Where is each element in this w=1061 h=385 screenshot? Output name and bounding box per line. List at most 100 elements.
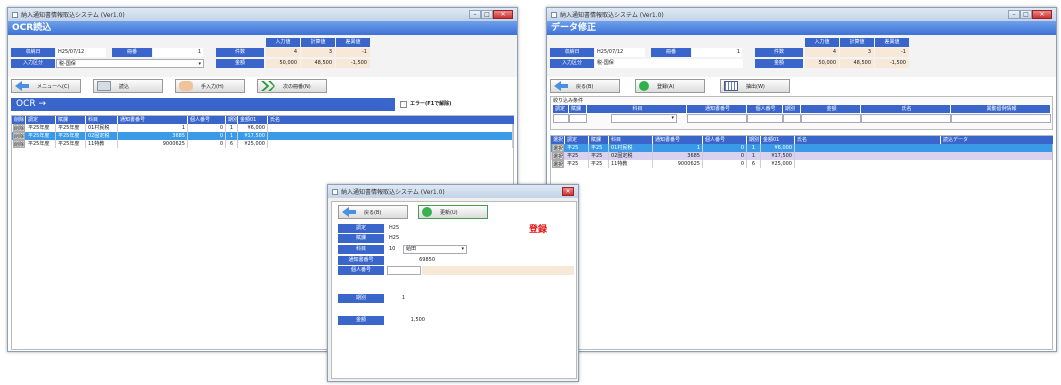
update-button[interactable]: 更新(U) bbox=[418, 205, 488, 219]
kamoku-select[interactable]: 給田 ▾ bbox=[403, 245, 467, 254]
cell-name bbox=[268, 140, 513, 148]
close-button[interactable]: ✕ bbox=[562, 187, 574, 196]
fuka-label: 賦課 bbox=[338, 234, 384, 243]
read-button[interactable]: 読込 bbox=[93, 79, 163, 93]
maximize-button[interactable]: □ bbox=[1020, 10, 1032, 19]
menu-button-label: メニューへ(C) bbox=[37, 83, 70, 90]
delete-button[interactable]: 削除 bbox=[13, 140, 25, 148]
chevron-down-icon: ▾ bbox=[461, 246, 464, 252]
ocr-window-titlebar[interactable]: 納入通知書情報取込システム (Ver1.0) – □ ✕ bbox=[8, 8, 517, 21]
error-checkbox[interactable] bbox=[400, 101, 407, 108]
chotei-value[interactable]: H25 bbox=[387, 224, 417, 233]
grid-header-name: 氏名 bbox=[795, 136, 941, 144]
data-edit-window: 納入通知書情報取込システム (Ver1.0) – □ ✕ データ修正 収納日 H… bbox=[546, 7, 1057, 352]
table-row[interactable]: 削除 平25年度 平25年度 01村民税 1 0 1 ¥6,000 bbox=[12, 124, 513, 132]
cell-kamoku: 02固定税 bbox=[86, 132, 118, 140]
back-button[interactable]: 戻る(B) bbox=[550, 79, 620, 93]
table-row-selected[interactable]: 選択 平25 平25 01村民税 1 0 1 ¥6,000 bbox=[551, 144, 1052, 152]
input-type-select[interactable]: 税-国保 ▾ bbox=[56, 59, 204, 68]
fuka-value[interactable]: H25 bbox=[387, 234, 417, 243]
count-label: 件数 bbox=[755, 48, 803, 57]
kamoku-code[interactable]: 10 bbox=[387, 245, 401, 254]
cell-kamoku: 01村民税 bbox=[609, 144, 653, 152]
filter-amount-input[interactable] bbox=[801, 114, 861, 123]
cell-kojin: 0 bbox=[188, 132, 226, 140]
input-type-label: 入力区分 bbox=[550, 59, 594, 68]
data-edit-titlebar[interactable]: 納入通知書情報取込システム (Ver1.0) – □ ✕ bbox=[547, 8, 1056, 21]
kamoku-label: 科目 bbox=[338, 245, 384, 254]
scanner-icon bbox=[97, 81, 111, 91]
count-calc: 3 bbox=[840, 48, 874, 57]
filter-fuka-input[interactable] bbox=[569, 114, 587, 123]
tsuchi-label: 通知書番号 bbox=[338, 256, 384, 265]
register-button[interactable]: 登録(A) bbox=[635, 79, 705, 93]
grid-header-amount: 金額01 bbox=[238, 116, 268, 124]
cell-kojin: 0 bbox=[703, 144, 747, 152]
window-title: 納入通知書情報取込システム (Ver1.0) bbox=[341, 189, 445, 196]
select-button[interactable]: 選択 bbox=[552, 160, 564, 168]
kibetsu-value[interactable]: 1 bbox=[387, 294, 407, 303]
cell-tsuchi: 9000625 bbox=[118, 140, 188, 148]
extract-button[interactable]: 抽出(W) bbox=[720, 79, 790, 93]
back-button[interactable]: 戻る(B) bbox=[338, 205, 408, 219]
register-button-label: 登録(A) bbox=[657, 83, 675, 90]
chotei-label: 調定 bbox=[338, 224, 384, 233]
maximize-button[interactable]: □ bbox=[481, 10, 493, 19]
col-calc: 計算値 bbox=[301, 38, 335, 47]
kojin-input[interactable] bbox=[387, 266, 421, 275]
cell-tsuchi: 1 bbox=[653, 144, 703, 152]
table-row-selected[interactable]: 削除 平25年度 平25年度 02固定税 3685 0 1 ¥17,500 bbox=[12, 132, 513, 140]
table-row[interactable]: 選択 平25 平25 02固定税 3685 0 1 ¥17,500 bbox=[551, 152, 1052, 160]
amount-diff: -1,500 bbox=[336, 59, 370, 68]
grid-header-kibetsu: 期別 bbox=[226, 116, 238, 124]
table-row[interactable]: 選択 平25 平25 11特教 9000625 0 6 ¥25,000 bbox=[551, 160, 1052, 168]
filter-kamoku-select[interactable]: ▾ bbox=[611, 114, 677, 123]
filter-chotei-input[interactable] bbox=[553, 114, 569, 123]
ocr-input-bar[interactable]: OCR → bbox=[11, 98, 395, 111]
back-button-label: 戻る(B) bbox=[576, 83, 594, 90]
grid-header-fuka: 賦課 bbox=[589, 136, 609, 144]
col-input: 入力値 bbox=[266, 38, 300, 47]
cell-name bbox=[268, 124, 513, 132]
delete-button[interactable]: 削除 bbox=[13, 124, 25, 132]
manual-button-label: 手入力(H) bbox=[201, 83, 224, 90]
minimize-button[interactable]: – bbox=[1008, 10, 1020, 19]
cell-fuka: 平25 bbox=[589, 152, 609, 160]
filter-header-kibetsu: 期別 bbox=[783, 105, 801, 113]
tsuchi-value[interactable]: 69850 bbox=[387, 256, 437, 265]
count-input: 4 bbox=[805, 48, 839, 57]
filter-header-kamoku: 科目 bbox=[587, 105, 687, 113]
cell-chotei: 平25 bbox=[565, 152, 589, 160]
grid-header-chotei: 調定 bbox=[565, 136, 589, 144]
minimize-button[interactable]: – bbox=[469, 10, 481, 19]
summary-panel: 収納日 H25/07/12 冊番 1 入力区分 税-国保 ▾ 入力値 計算値 差… bbox=[8, 35, 517, 77]
table-row[interactable]: 削除 平25年度 平25年度 11特教 9000625 0 6 ¥25,000 bbox=[12, 140, 513, 148]
select-button[interactable]: 選択 bbox=[552, 152, 564, 160]
cell-fuka: 平25 bbox=[589, 160, 609, 168]
close-button[interactable]: ✕ bbox=[1032, 10, 1052, 19]
summary-panel: 収納日 H25/07/12 冊番 1 入力区分 税-国保 入力値 計算値 差異値… bbox=[547, 35, 1056, 77]
filter-tsuchi-input[interactable] bbox=[687, 114, 747, 123]
filter-header-tsuchi: 通知書番号 bbox=[687, 105, 747, 113]
shoban-value[interactable]: 1 bbox=[153, 48, 203, 57]
manual-input-button[interactable]: 手入力(H) bbox=[175, 79, 245, 93]
next-book-button[interactable]: 次の冊番(N) bbox=[257, 79, 327, 93]
filter-kojin-input[interactable] bbox=[747, 114, 783, 123]
detail-dialog-titlebar[interactable]: 納入通知書情報取込システム (Ver1.0) ✕ bbox=[328, 185, 578, 198]
grid-header-readdata: 読込データ bbox=[941, 136, 1054, 144]
menu-button[interactable]: メニューへ(C) bbox=[11, 79, 81, 93]
filter-header-fuka: 賦課 bbox=[569, 105, 587, 113]
close-button[interactable]: ✕ bbox=[493, 10, 513, 19]
cell-kamoku: 01村民税 bbox=[86, 124, 118, 132]
col-input: 入力値 bbox=[805, 38, 839, 47]
filter-name-input[interactable] bbox=[861, 114, 951, 123]
filter-kibetsu-input[interactable] bbox=[783, 114, 801, 123]
grid-header-kojin: 個人番号 bbox=[188, 116, 226, 124]
filter-ido-input[interactable] bbox=[951, 114, 1051, 123]
delete-button[interactable]: 削除 bbox=[13, 132, 25, 140]
grid-header-kamoku: 科目 bbox=[609, 136, 653, 144]
select-button[interactable]: 選択 bbox=[552, 144, 564, 152]
filter-header-ido: 異動留例情報 bbox=[951, 105, 1051, 113]
cell-amount: ¥6,000 bbox=[761, 144, 795, 152]
kingaku-value[interactable]: 1,500 bbox=[387, 316, 427, 325]
